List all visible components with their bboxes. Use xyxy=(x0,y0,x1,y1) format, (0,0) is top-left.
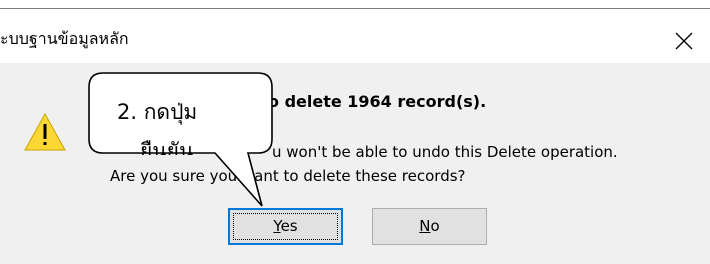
callout-bubble xyxy=(88,72,273,207)
delete-confirm-dialog: ะบบฐานข้อมูลหลัก o delete 1964 record(s)… xyxy=(0,0,710,264)
callout-text-line1: 2. กดปุ่ม xyxy=(117,100,198,124)
callout-text-line2: ยืนยัน xyxy=(140,139,194,155)
